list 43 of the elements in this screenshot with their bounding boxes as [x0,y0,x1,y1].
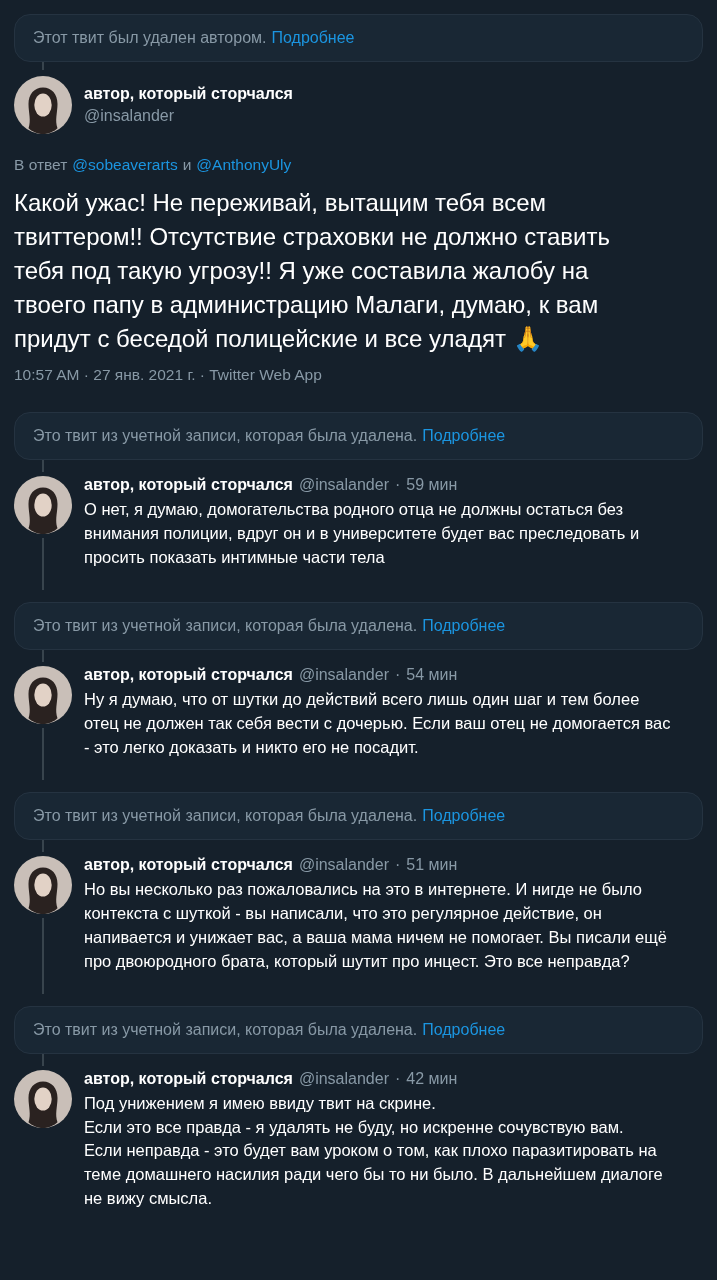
separator-dot: · [395,666,401,685]
author-name[interactable]: автор, который сторчался [84,855,293,874]
author-handle[interactable]: @insalander [84,107,293,125]
learn-more-link[interactable]: Подробнее [422,617,506,636]
tweet-time[interactable]: 59 мин [406,476,458,495]
author-name[interactable]: автор, который сторчался [84,476,293,495]
avatar-icon[interactable] [14,76,72,134]
tweet-time[interactable]: 51 мин [406,855,458,874]
author-handle[interactable]: @insalander [298,855,389,874]
tweet-text: Но вы несколько раз пожаловались на это в интернете. И нигде не было контекста с шуткой - вы написали, что это регулярное действие, он напивается и унижает вас, а ваша мама ничем не помогает. Вы писали ещё про двоюродного брата, который шутит про инцест. Это все неправда? [84,878,668,972]
reply-label: В ответ [14,156,68,174]
separator-dot: · [395,855,401,874]
notice-text: Это твит из учетной записи, которая была удалена. [33,806,418,825]
learn-more-link[interactable]: Подробнее [422,427,506,446]
mention-link[interactable]: @sobeaverarts [72,156,178,174]
tweet-text: Под унижением я имею ввиду твит на скрине. Если это все правда - я удалять не буду, но искренне сочувствую вам. Если неправда - это будет вам уроком о том, как плохо паразитировать на теме домашнего насилия ради чего бы то ни было. В дальнейшем диалоге не вижу смысла. [84,1092,664,1210]
mention-link[interactable]: @AnthonyUly [196,156,292,174]
reply-joiner: и [182,156,192,174]
tweet-text: Какой ужас! Не переживай, вытащим тебя всем твиттером!! Отсутствие страховки не должно ставить тебя под такую угрозу!! Я уже составила жалобу на твоего папу в администрацию Малаги, думаю, к вам придут с беседой полицейские и все уладят 🙏 [14,188,611,355]
author-name[interactable]: автор, который сторчался [84,85,293,103]
tweet-time[interactable]: 42 мин [406,1069,458,1088]
avatar-icon[interactable] [14,476,72,535]
tweet-text: О нет, я думаю, домогательства родного отца не должны остаться без внимания полиции, вдруг он и в университете будет вас преследовать и просить показать интимные части тела [84,499,641,569]
notice-text: Это твит из учетной записи, которая была удалена. [33,1020,418,1039]
author-handle[interactable]: @insalander [298,476,389,495]
learn-more-link[interactable]: Подробнее [422,806,506,825]
author-name[interactable]: автор, который сторчался [84,1069,293,1088]
notice-text: Это твит из учетной записи, которая была удалена. [33,617,418,636]
learn-more-link[interactable]: Подробнее [422,1020,506,1039]
avatar-icon[interactable] [14,855,72,914]
tweet-time[interactable]: 54 мин [406,666,458,685]
tweet-text: Ну я думаю, что от шутки до действий всего лишь один шаг и тем более отец не должен так себя вести с дочерью. Если ваш отец не домогается вас - это легко доказать и никто его не посадит. [84,689,672,758]
author-name[interactable]: автор, который сторчался [84,666,293,685]
separator-dot: · [395,1069,401,1088]
notice-text: Этот твит был удален автором. [33,29,267,47]
notice-text: Это твит из учетной записи, которая была удалена. [33,427,418,446]
author-handle[interactable]: @insalander [298,1069,389,1088]
avatar-icon[interactable] [14,1069,72,1128]
learn-more-link[interactable]: Подробнее [271,29,355,47]
separator-dot: · [395,476,401,495]
avatar-icon[interactable] [14,666,72,725]
author-handle[interactable]: @insalander [298,666,389,685]
tweet-timestamp[interactable]: 10:57 AM · 27 янв. 2021 г. · Twitter Web App [14,366,703,385]
